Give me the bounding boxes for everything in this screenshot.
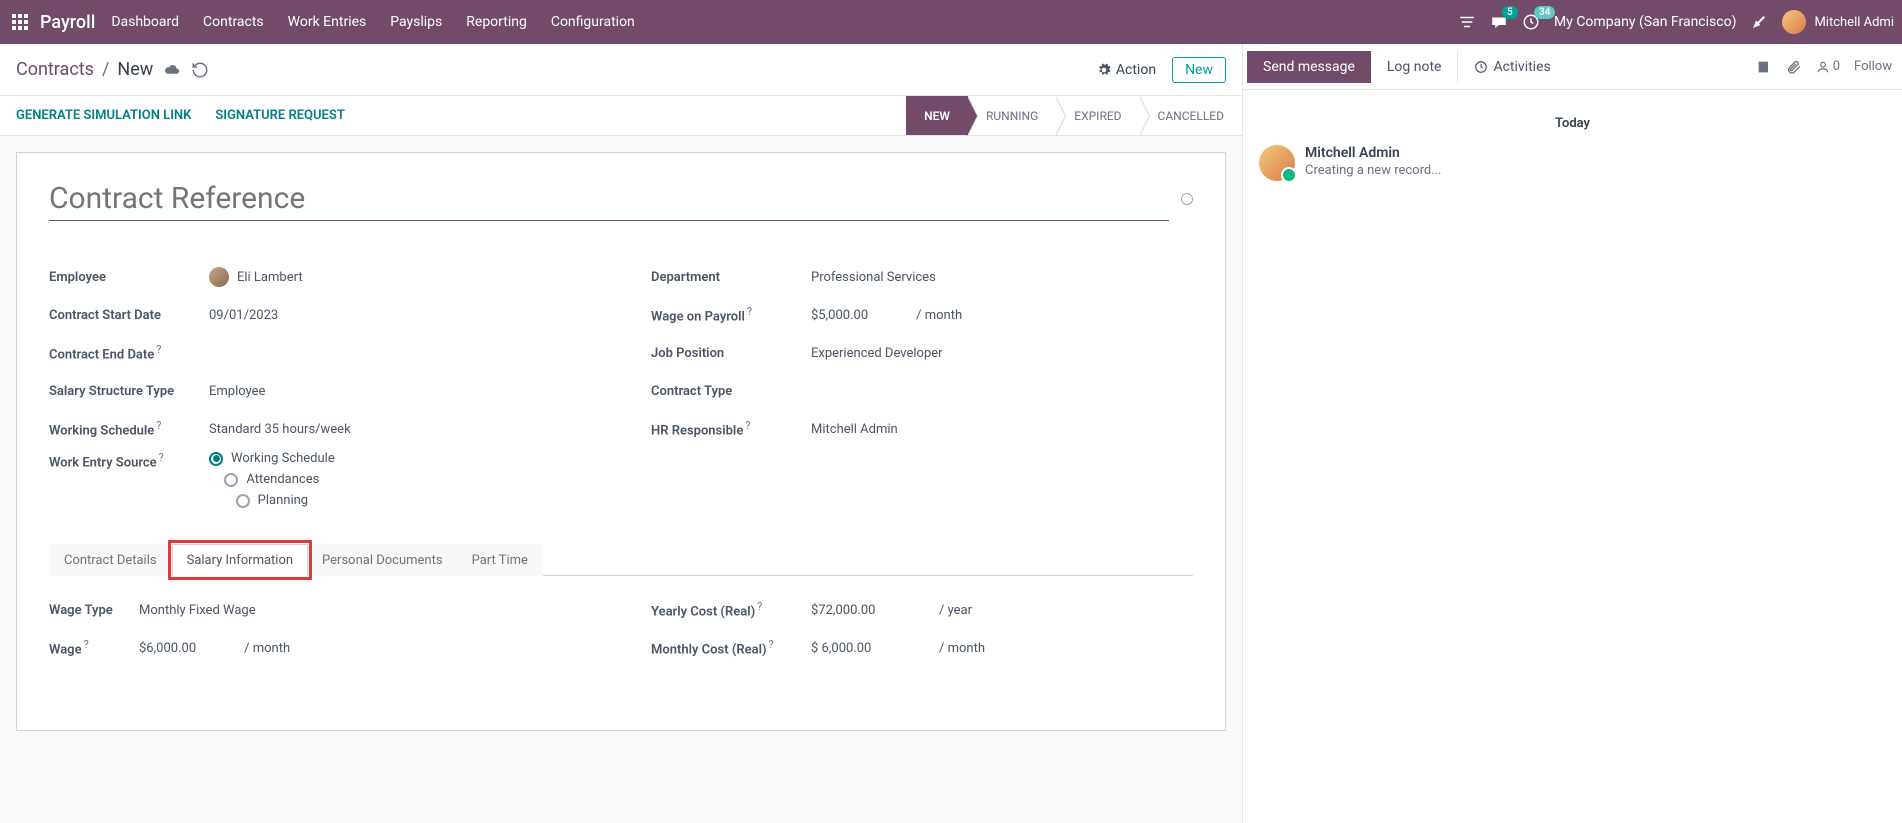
- module-brand[interactable]: Payroll: [40, 12, 95, 33]
- notebook-tabs: Contract Details Salary Information Pers…: [49, 544, 1193, 576]
- menu-reporting[interactable]: Reporting: [466, 14, 527, 30]
- field-working-schedule[interactable]: Standard 35 hours/week: [209, 422, 351, 437]
- follow-button[interactable]: Follow: [1854, 59, 1892, 74]
- label-wage-type: Wage Type: [49, 603, 139, 618]
- top-navbar: Payroll Dashboard Contracts Work Entries…: [0, 0, 1902, 44]
- tab-salary-information[interactable]: Salary Information: [172, 544, 308, 576]
- message-avatar: [1259, 145, 1295, 181]
- messages-badge: 5: [1502, 6, 1518, 19]
- tools-icon[interactable]: [1750, 13, 1768, 31]
- field-wage-type[interactable]: Monthly Fixed Wage: [139, 603, 256, 618]
- action-dropdown[interactable]: Action: [1097, 62, 1156, 78]
- discard-icon[interactable]: [191, 61, 209, 79]
- tab-contract-details[interactable]: Contract Details: [49, 544, 172, 576]
- field-yearly-cost[interactable]: $72,000.00 / year: [811, 603, 972, 618]
- field-wage-on-payroll[interactable]: $5,000.00 / month: [811, 308, 962, 323]
- menu-payslips[interactable]: Payslips: [390, 14, 442, 30]
- main-menu: Dashboard Contracts Work Entries Payslip…: [111, 14, 634, 30]
- label-contract-type: Contract Type: [651, 384, 811, 399]
- followers-count[interactable]: 0: [1816, 59, 1840, 74]
- status-cancelled[interactable]: CANCELLED: [1140, 96, 1242, 135]
- menu-contracts[interactable]: Contracts: [203, 14, 264, 30]
- messages-icon[interactable]: 5: [1490, 13, 1508, 31]
- status-running[interactable]: RUNNING: [968, 96, 1056, 135]
- status-bar: NEW RUNNING EXPIRED CANCELLED: [906, 96, 1242, 135]
- label-work-entry-source: Work Entry Source?: [49, 451, 209, 470]
- label-hr-subheader: HR Responsible?: [651, 419, 811, 438]
- status-new[interactable]: NEW: [906, 96, 968, 135]
- label-employee: Employee: [49, 270, 209, 285]
- menu-work-entries[interactable]: Work Entries: [288, 14, 367, 30]
- message-text: Creating a new record...: [1305, 163, 1442, 178]
- label-monthly-cost: Monthly Cost (Real)?: [651, 638, 811, 657]
- field-employee[interactable]: Eli Lambert: [209, 267, 303, 287]
- attachment-icon[interactable]: [1786, 59, 1802, 75]
- form-sheet: Employee Eli Lambert Contract Start Date…: [16, 152, 1226, 731]
- field-monthly-cost[interactable]: $ 6,000.00 / month: [811, 641, 985, 656]
- field-wage[interactable]: $6,000.00 / month: [139, 641, 290, 656]
- label-department: Department: [651, 270, 811, 285]
- radio-working-schedule[interactable]: Working Schedule: [209, 451, 335, 466]
- activities-badge: 34: [1534, 6, 1555, 19]
- topnav-right: 5 34 My Company (San Francisco) Mitchell…: [1458, 10, 1894, 34]
- breadcrumb-current: New: [117, 59, 153, 80]
- field-department[interactable]: Professional Services: [811, 270, 936, 285]
- message-author: Mitchell Admin: [1305, 145, 1442, 161]
- label-wage-on-payroll: Wage on Payroll?: [651, 305, 811, 324]
- contract-reference-input[interactable]: [49, 177, 1169, 221]
- chatter-header: Send message Log note Activities 0 Follo…: [1243, 44, 1902, 90]
- breadcrumb-parent[interactable]: Contracts: [16, 59, 94, 80]
- field-hr-responsible[interactable]: Mitchell Admin: [811, 422, 898, 437]
- user-avatar: [1782, 10, 1806, 34]
- control-panel: Contracts / New Action New: [0, 44, 1242, 96]
- tab-personal-documents[interactable]: Personal Documents: [308, 544, 458, 576]
- label-end-date: Contract End Date?: [49, 343, 209, 362]
- label-start-date: Contract Start Date: [49, 308, 209, 323]
- user-name: Mitchell Admi: [1814, 15, 1894, 30]
- activities-button[interactable]: Activities: [1457, 51, 1566, 83]
- chatter-panel: Send message Log note Activities 0 Follo…: [1242, 44, 1902, 823]
- signature-request-link[interactable]: SIGNATURE REQUEST: [215, 96, 344, 135]
- field-work-entry-source: Working Schedule Attendances Planning: [209, 451, 335, 508]
- chatter-message: Mitchell Admin Creating a new record...: [1259, 145, 1886, 181]
- radio-attendances[interactable]: Attendances: [224, 472, 319, 487]
- priority-toggle[interactable]: [1181, 193, 1193, 205]
- radio-planning[interactable]: Planning: [236, 493, 308, 508]
- menu-dashboard[interactable]: Dashboard: [111, 14, 179, 30]
- label-wage: Wage?: [49, 638, 139, 657]
- tab-part-time[interactable]: Part Time: [458, 544, 543, 576]
- new-button[interactable]: New: [1172, 57, 1226, 83]
- label-structure-type: Salary Structure Type: [49, 384, 209, 399]
- user-menu[interactable]: Mitchell Admi: [1782, 10, 1894, 34]
- label-yearly-cost: Yearly Cost (Real)?: [651, 600, 811, 619]
- send-message-button[interactable]: Send message: [1247, 51, 1371, 83]
- chatter-date-separator: Today: [1259, 116, 1886, 131]
- employee-avatar-icon: [209, 267, 229, 287]
- breadcrumb: Contracts / New: [16, 59, 153, 80]
- menu-configuration[interactable]: Configuration: [551, 14, 635, 30]
- tab-content-salary: Wage Type Monthly Fixed Wage Wage? $6,00…: [49, 576, 1193, 670]
- generate-simulation-link[interactable]: GENERATE SIMULATION LINK: [16, 96, 191, 135]
- field-job-position[interactable]: Experienced Developer: [811, 346, 943, 361]
- chatter-book-icon[interactable]: [1756, 59, 1772, 75]
- label-working-schedule: Working Schedule?: [49, 419, 209, 438]
- field-start-date[interactable]: 09/01/2023: [209, 308, 278, 323]
- status-expired[interactable]: EXPIRED: [1056, 96, 1139, 135]
- action-bar: GENERATE SIMULATION LINK SIGNATURE REQUE…: [0, 96, 1242, 136]
- save-cloud-icon[interactable]: [163, 61, 181, 79]
- label-job-position: Job Position: [651, 346, 811, 361]
- tray-icon[interactable]: [1458, 13, 1476, 31]
- field-structure-type[interactable]: Employee: [209, 384, 265, 399]
- company-selector[interactable]: My Company (San Francisco): [1554, 14, 1736, 30]
- activities-icon[interactable]: 34: [1522, 13, 1540, 31]
- log-note-button[interactable]: Log note: [1371, 51, 1458, 83]
- apps-icon[interactable]: [8, 10, 32, 34]
